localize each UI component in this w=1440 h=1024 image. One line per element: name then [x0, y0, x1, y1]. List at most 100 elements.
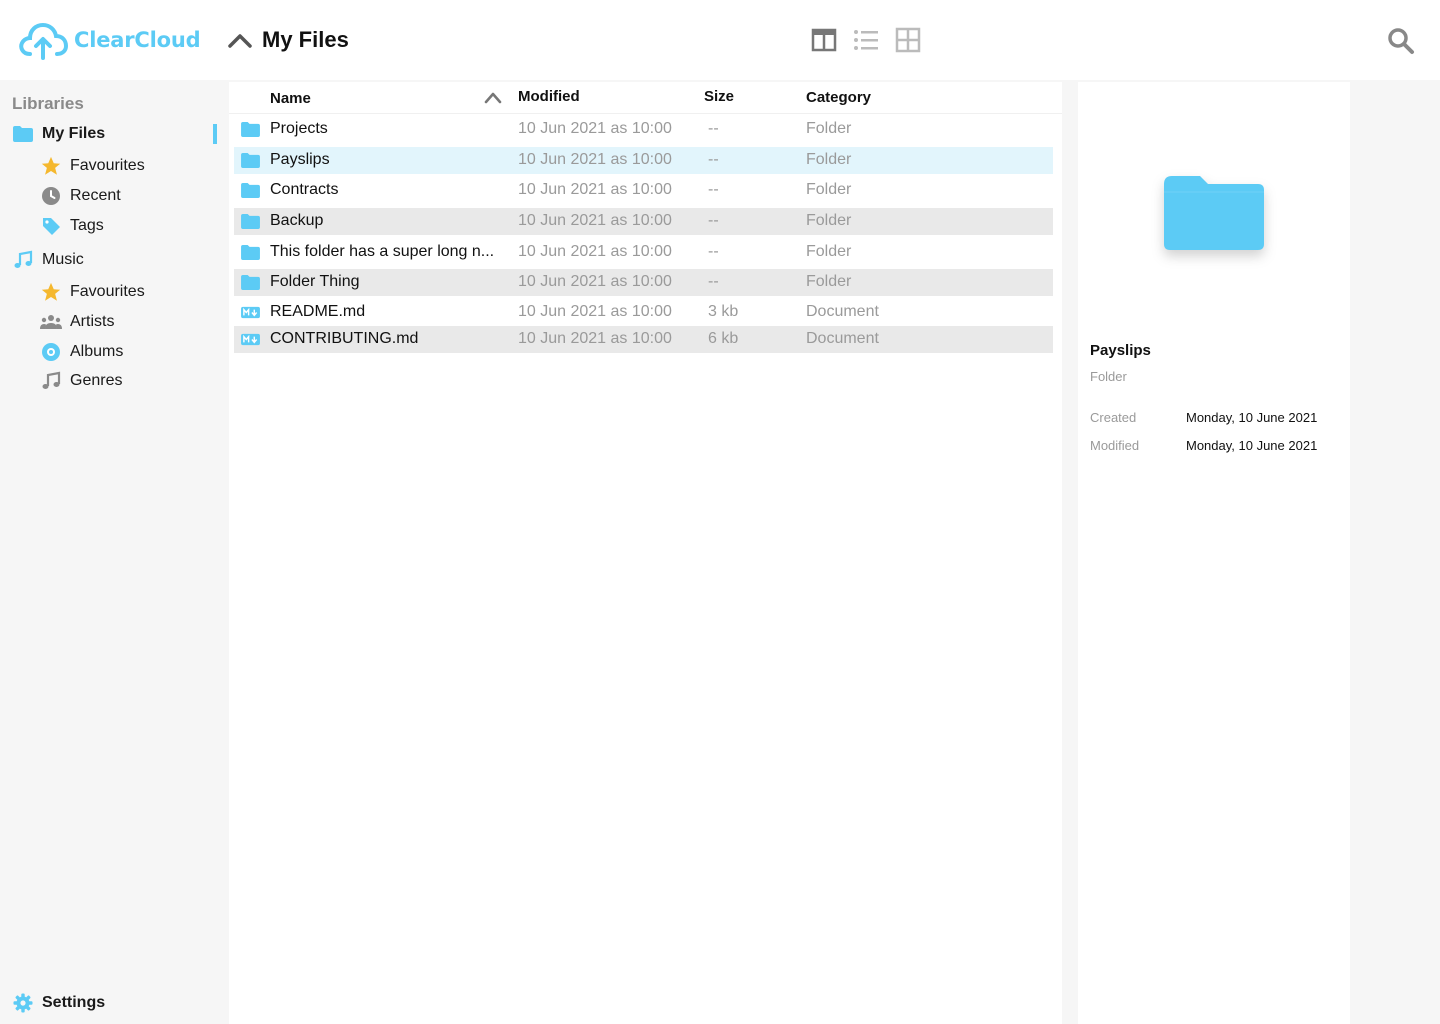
sidebar-item-label: Favourites	[70, 283, 145, 300]
file-name: Contracts	[270, 181, 339, 198]
sidebar-item-tags[interactable]: Tags	[40, 213, 104, 239]
disc-icon	[40, 341, 62, 363]
music-note-icon	[40, 370, 62, 392]
folder-icon	[12, 123, 34, 145]
sidebar-item-albums[interactable]: Albums	[40, 339, 123, 365]
file-modified: 10 Jun 2021 as 10:00	[518, 243, 672, 260]
file-name: This folder has a super long n...	[270, 243, 495, 260]
sidebar-item-artists[interactable]: Artists	[40, 309, 114, 335]
file-category: Document	[806, 303, 879, 320]
file-name: Projects	[270, 120, 328, 137]
file-size: --	[708, 273, 719, 290]
grid-view-icon	[895, 27, 921, 53]
clock-icon	[40, 185, 62, 207]
table-row[interactable]: Projects 10 Jun 2021 as 10:00 -- Folder	[234, 116, 1053, 143]
file-modified: 10 Jun 2021 as 10:00	[518, 212, 672, 229]
file-modified: 10 Jun 2021 as 10:00	[518, 120, 672, 137]
file-size: --	[708, 181, 719, 198]
details-panel: Payslips Folder Created Monday, 10 June …	[1078, 82, 1350, 1024]
active-indicator	[213, 124, 217, 144]
file-category: Folder	[806, 181, 852, 198]
column-header-modified[interactable]: Modified	[518, 88, 580, 105]
detail-modified-value: Monday, 10 June 2021	[1186, 438, 1318, 453]
folder-preview-icon	[1164, 176, 1264, 250]
file-size: 3 kb	[708, 303, 739, 320]
table-row-selected[interactable]: Payslips 10 Jun 2021 as 10:00 -- Folder	[234, 147, 1053, 174]
file-list: Name Modified Size Category Projects 10 …	[229, 82, 1062, 1024]
sidebar-item-label: Music	[42, 251, 84, 268]
sidebar-item-music-favourites[interactable]: Favourites	[40, 279, 145, 305]
sidebar-heading: Libraries	[12, 94, 84, 113]
up-arrow-button[interactable]	[226, 28, 254, 52]
top-bar: ClearCloud My Files	[0, 0, 1440, 80]
file-name: README.md	[270, 303, 366, 320]
file-modified: 10 Jun 2021 as 10:00	[518, 330, 672, 347]
column-header-category[interactable]: Category	[806, 89, 871, 106]
folder-icon	[241, 121, 260, 138]
table-row[interactable]: Contracts 10 Jun 2021 as 10:00 -- Folder	[234, 177, 1053, 204]
file-name: Folder Thing	[270, 273, 360, 290]
sidebar-item-music[interactable]: Music	[12, 247, 84, 273]
sidebar-item-label: Favourites	[70, 157, 145, 174]
file-category: Folder	[806, 151, 852, 168]
up-arrow-icon	[228, 34, 252, 48]
star-icon	[40, 155, 62, 177]
folder-icon	[241, 152, 260, 169]
file-modified: 10 Jun 2021 as 10:00	[518, 273, 672, 290]
file-category: Document	[806, 330, 879, 347]
brand-name: ClearCloud	[74, 28, 201, 52]
people-icon	[40, 311, 62, 333]
file-name: CONTRIBUTING.md	[270, 330, 419, 347]
folder-icon	[241, 244, 260, 261]
file-modified: 10 Jun 2021 as 10:00	[518, 303, 672, 320]
folder-icon	[241, 182, 260, 199]
detail-created-label: Created	[1090, 410, 1137, 425]
file-name: Backup	[270, 212, 324, 229]
table-row[interactable]: This folder has a super long n... 10 Jun…	[234, 239, 1053, 266]
file-name: Payslips	[270, 151, 330, 168]
markdown-file-icon	[241, 333, 260, 346]
detail-modified-label: Modified	[1090, 438, 1140, 453]
sidebar-item-recent[interactable]: Recent	[40, 183, 121, 209]
right-margin	[1350, 80, 1440, 1024]
file-category: Folder	[806, 243, 852, 260]
settings-label: Settings	[42, 994, 106, 1011]
file-category: Folder	[806, 273, 852, 290]
search-button[interactable]	[1386, 26, 1416, 56]
sidebar-item-genres[interactable]: Genres	[40, 368, 122, 394]
settings-button[interactable]: Settings	[12, 990, 105, 1016]
sidebar-item-favourites[interactable]: Favourites	[40, 153, 145, 179]
column-header-name[interactable]: Name	[270, 90, 311, 107]
sidebar-item-my-files[interactable]: My Files	[12, 121, 105, 147]
markdown-file-icon	[241, 306, 260, 319]
sidebar-item-label: Albums	[70, 343, 124, 360]
column-header-size[interactable]: Size	[704, 88, 734, 105]
file-size: --	[708, 212, 719, 229]
music-note-icon	[12, 249, 34, 271]
cloud-upload-icon	[19, 22, 68, 60]
sort-ascending-icon[interactable]	[483, 90, 503, 104]
table-row[interactable]: CONTRIBUTING.md 10 Jun 2021 as 10:00 6 k…	[234, 326, 1053, 353]
file-modified: 10 Jun 2021 as 10:00	[518, 151, 672, 168]
file-modified: 10 Jun 2021 as 10:00	[518, 181, 672, 198]
detail-type: Folder	[1090, 369, 1127, 384]
file-category: Folder	[806, 120, 852, 137]
folder-icon	[241, 213, 260, 230]
columns-view-button[interactable]	[810, 26, 838, 54]
sidebar-item-label: My Files	[42, 125, 106, 142]
sidebar-item-label: Recent	[70, 187, 121, 204]
tag-icon	[40, 215, 62, 237]
list-view-button[interactable]	[852, 26, 880, 54]
page-title: My Files	[262, 27, 349, 52]
folder-icon	[241, 274, 260, 291]
columns-view-icon	[811, 28, 837, 52]
detail-name: Payslips	[1090, 342, 1151, 359]
table-row[interactable]: Folder Thing 10 Jun 2021 as 10:00 -- Fol…	[234, 269, 1053, 296]
file-size: --	[708, 151, 719, 168]
logo[interactable]: ClearCloud	[18, 20, 201, 60]
grid-view-button[interactable]	[894, 26, 922, 54]
table-row[interactable]: Backup 10 Jun 2021 as 10:00 -- Folder	[234, 208, 1053, 235]
table-row[interactable]: README.md 10 Jun 2021 as 10:00 3 kb Docu…	[234, 299, 1053, 326]
file-category: Folder	[806, 212, 852, 229]
star-icon	[40, 281, 62, 303]
